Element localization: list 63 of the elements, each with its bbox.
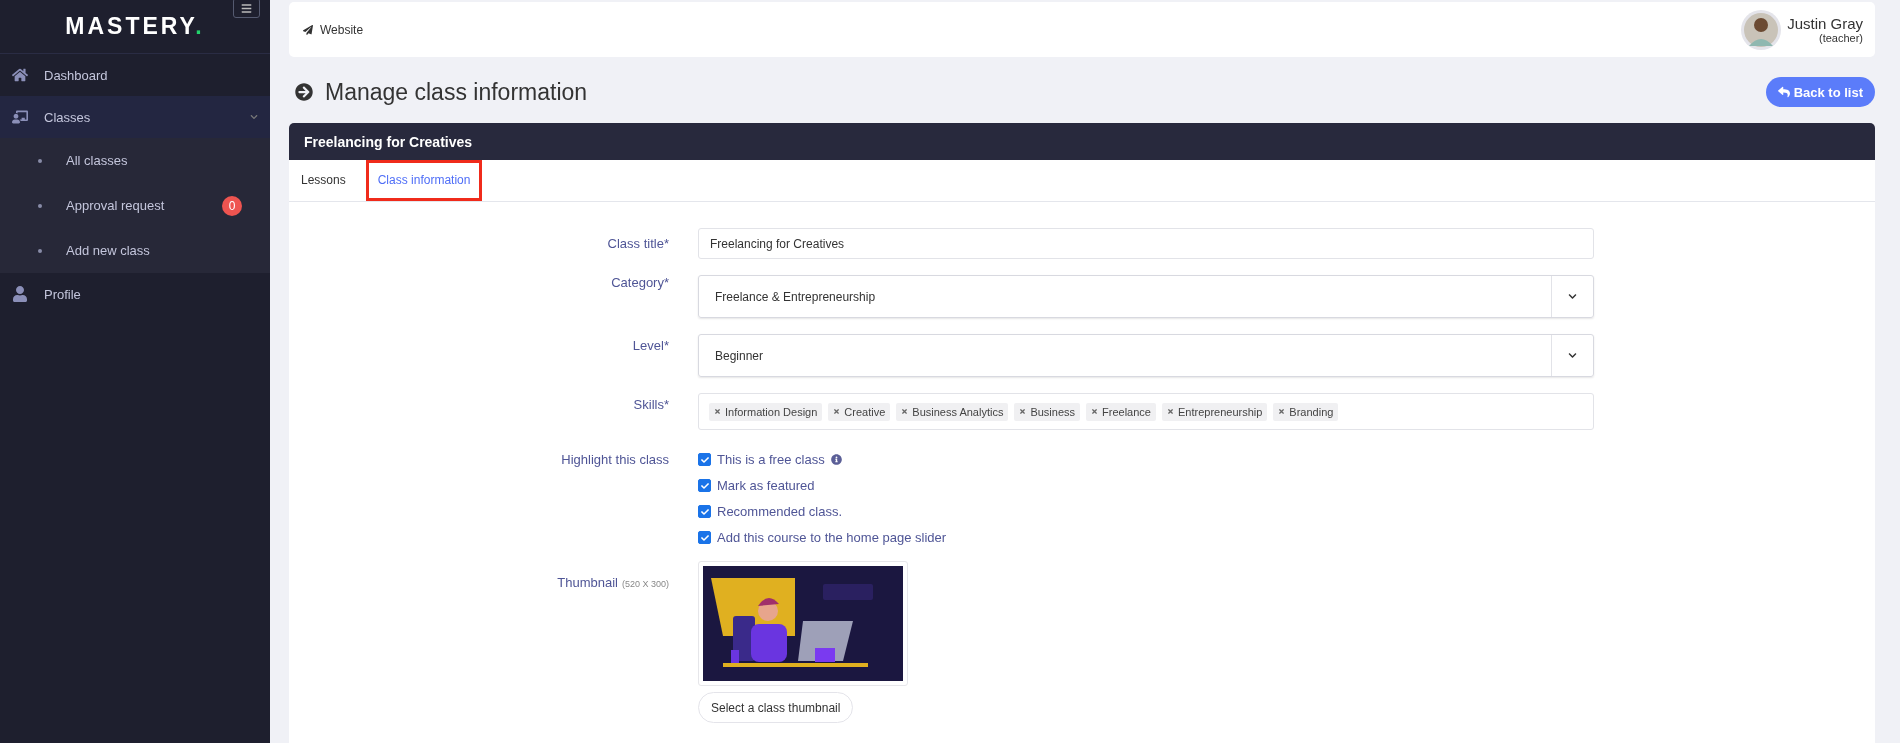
tags-field[interactable]: Information Design Creative Business Analytics Business Freelance Entrepreneurship Branding (698, 393, 1594, 430)
nav-item[interactable]: Classes (0, 96, 270, 138)
checkbox[interactable] (698, 531, 711, 544)
close-icon[interactable] (901, 408, 909, 415)
tag-label: Information Design (725, 405, 818, 418)
checkbox[interactable] (698, 505, 711, 518)
submenu-item[interactable]: All classes (0, 138, 270, 183)
house-icon (12, 67, 28, 83)
close-icon[interactable] (1091, 408, 1099, 415)
select-field[interactable]: Beginner (698, 334, 1594, 377)
checkbox-label: Recommended class. (717, 504, 842, 519)
tag-label: Creative (844, 405, 886, 418)
field-label: Class title* (606, 235, 669, 251)
tag-label: Business (1030, 405, 1076, 418)
size-hint: (520 X 300) (621, 579, 669, 589)
chevron-icon (1568, 292, 1577, 301)
menu-icon (241, 2, 252, 14)
paper-plane-icon (303, 24, 313, 35)
submenu-item[interactable]: Approval request 0 (0, 183, 270, 228)
checkbox[interactable] (698, 453, 711, 466)
field-label: Level* (631, 337, 669, 353)
tag-label: Entrepreneurship (1177, 405, 1263, 418)
checkbox[interactable] (698, 479, 711, 492)
checkbox-label: Add this course to the home page slider (717, 530, 947, 545)
logo: MASTERY. (65, 13, 205, 40)
user-role: (teacher) (1818, 32, 1863, 44)
close-icon[interactable] (1166, 408, 1174, 415)
tag-label: Freelance (1102, 405, 1151, 418)
tag-label: Branding (1289, 405, 1334, 418)
card-header: Freelancing for Creatives (289, 123, 1875, 160)
close-icon[interactable] (833, 408, 841, 415)
check-icon (700, 507, 709, 516)
teacher-board-icon (12, 109, 28, 125)
check-icon (700, 455, 709, 464)
tab[interactable]: Class information (365, 160, 483, 201)
check-icon (700, 481, 709, 490)
submenu-item[interactable]: Add new class (0, 228, 270, 273)
close-icon[interactable] (1278, 408, 1286, 415)
person-icon (12, 286, 28, 302)
tag-label: Business Analytics (912, 405, 1004, 418)
page-title: Manage class information (325, 78, 588, 106)
field-label: Thumbnail (557, 575, 618, 590)
user-name: Justin Gray (1787, 15, 1863, 32)
reply-arrow-icon (1777, 86, 1790, 98)
tab[interactable]: Lessons (289, 160, 358, 201)
back-button[interactable]: Back to list (1765, 77, 1875, 107)
nav-item[interactable]: Profile (0, 273, 270, 315)
checkbox-label: Mark as featured (717, 478, 815, 493)
check-icon (700, 533, 709, 542)
close-icon[interactable] (714, 408, 721, 415)
select-thumbnail-button[interactable]: Select a class thumbnail (698, 692, 854, 723)
field-label: Highlight this class (560, 451, 669, 467)
chevron-icon (1568, 351, 1577, 360)
close-icon[interactable] (1019, 408, 1027, 415)
select-field[interactable]: Freelance & Entrepreneurship (698, 275, 1594, 318)
field-label: Category* (610, 275, 669, 290)
checkbox-label: This is a free class (717, 452, 825, 467)
field-label: Skills* (632, 396, 669, 412)
input-field[interactable]: Freelancing for Creatives (698, 228, 1594, 259)
website-link[interactable]: Website (303, 22, 364, 37)
count-badge: 0 (222, 195, 242, 216)
nav-item[interactable]: Dashboard (0, 54, 270, 96)
menu-button[interactable] (233, 0, 260, 18)
